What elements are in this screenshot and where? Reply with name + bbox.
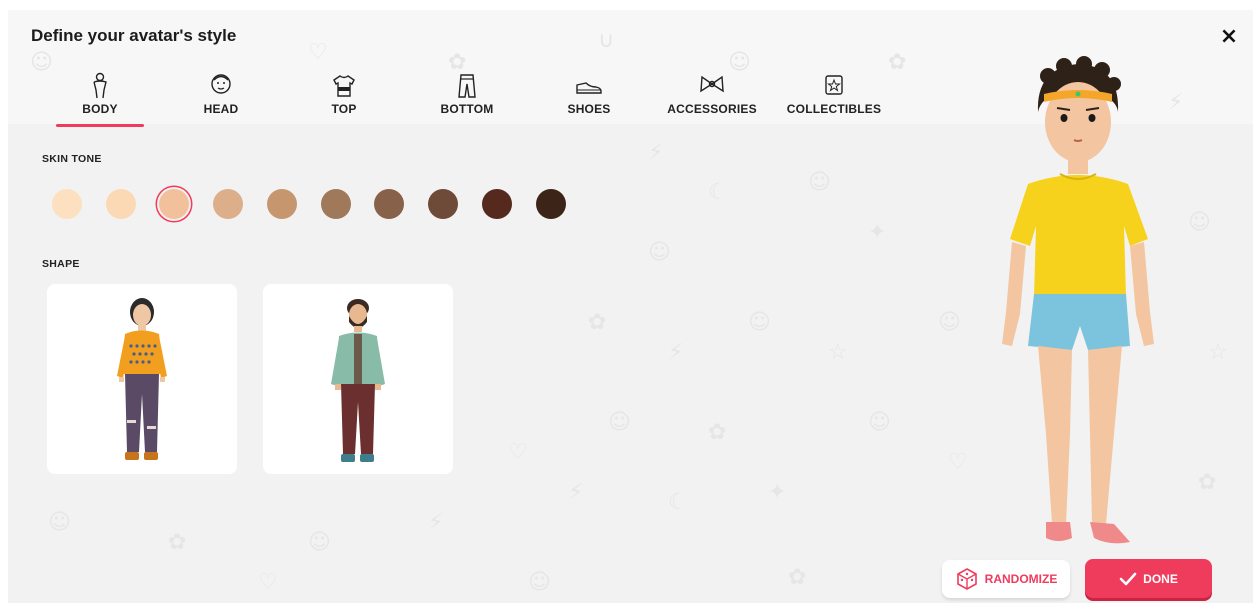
done-label: DONE (1143, 571, 1178, 586)
tab-shoes[interactable]: SHOES (561, 72, 617, 127)
tab-top[interactable]: TOP (314, 72, 374, 127)
page-title: Define your avatar's style (31, 26, 237, 45)
feminine-avatar-preview (117, 298, 167, 460)
tab-label: BODY (82, 102, 118, 116)
masculine-avatar-preview (331, 299, 385, 462)
active-tab-indicator (56, 124, 144, 127)
tab-label: SHOES (567, 102, 611, 116)
skin-swatch[interactable] (106, 189, 136, 219)
tab-accessories[interactable]: ACCESSORIES (664, 72, 760, 127)
tab-label: HEAD (203, 102, 239, 116)
tab-bottom[interactable]: BOTTOM (432, 72, 502, 127)
skin-swatch[interactable] (536, 189, 566, 219)
shape-option-masculine[interactable] (263, 284, 453, 474)
head-icon (211, 74, 231, 94)
checkmark-icon (1119, 572, 1137, 585)
tab-label: TOP (331, 102, 357, 116)
pants-icon (458, 74, 476, 98)
tab-collectibles[interactable]: COLLECTIBLES (786, 72, 882, 127)
avatar-preview (998, 54, 1198, 559)
done-button[interactable]: DONE (1085, 559, 1212, 598)
skin-swatch[interactable] (213, 189, 243, 219)
skin-tone-label: SKIN TONE (42, 153, 102, 165)
close-icon: × (1219, 24, 1239, 49)
randomize-label: RANDOMIZE (984, 572, 1058, 586)
shape-label: SHAPE (42, 258, 80, 270)
randomize-button[interactable]: RANDOMIZE (942, 560, 1070, 598)
skin-swatch[interactable] (52, 189, 82, 219)
close-button[interactable]: × (1216, 24, 1242, 50)
avatar-editor-panel: ☺ ♡ ✿ ∪ ☺ ✿ ⚡ ☾ ☺ ✦ ☺ ✿ ⚡ ☺ ☆ ☺ ✿ ☺ ♡ ⚡ … (8, 10, 1253, 603)
skin-swatch[interactable] (321, 189, 351, 219)
skin-swatch[interactable] (267, 189, 297, 219)
skin-swatch[interactable] (428, 189, 458, 219)
bow-icon (700, 75, 724, 93)
tab-label: BOTTOM (440, 102, 494, 116)
dice-icon (956, 568, 977, 590)
shirt-icon (333, 75, 355, 97)
skin-swatch[interactable] (374, 189, 404, 219)
skin-swatch[interactable] (159, 189, 189, 219)
tab-label: COLLECTIBLES (786, 102, 882, 116)
star-box-icon (825, 75, 843, 95)
shape-option-feminine[interactable] (47, 284, 237, 474)
tab-label: ACCESSORIES (667, 102, 757, 116)
skin-swatch[interactable] (482, 189, 512, 219)
tab-head[interactable]: HEAD (188, 72, 254, 127)
shoe-icon (576, 82, 602, 94)
body-icon (93, 72, 107, 99)
tab-body[interactable]: BODY (56, 72, 144, 127)
